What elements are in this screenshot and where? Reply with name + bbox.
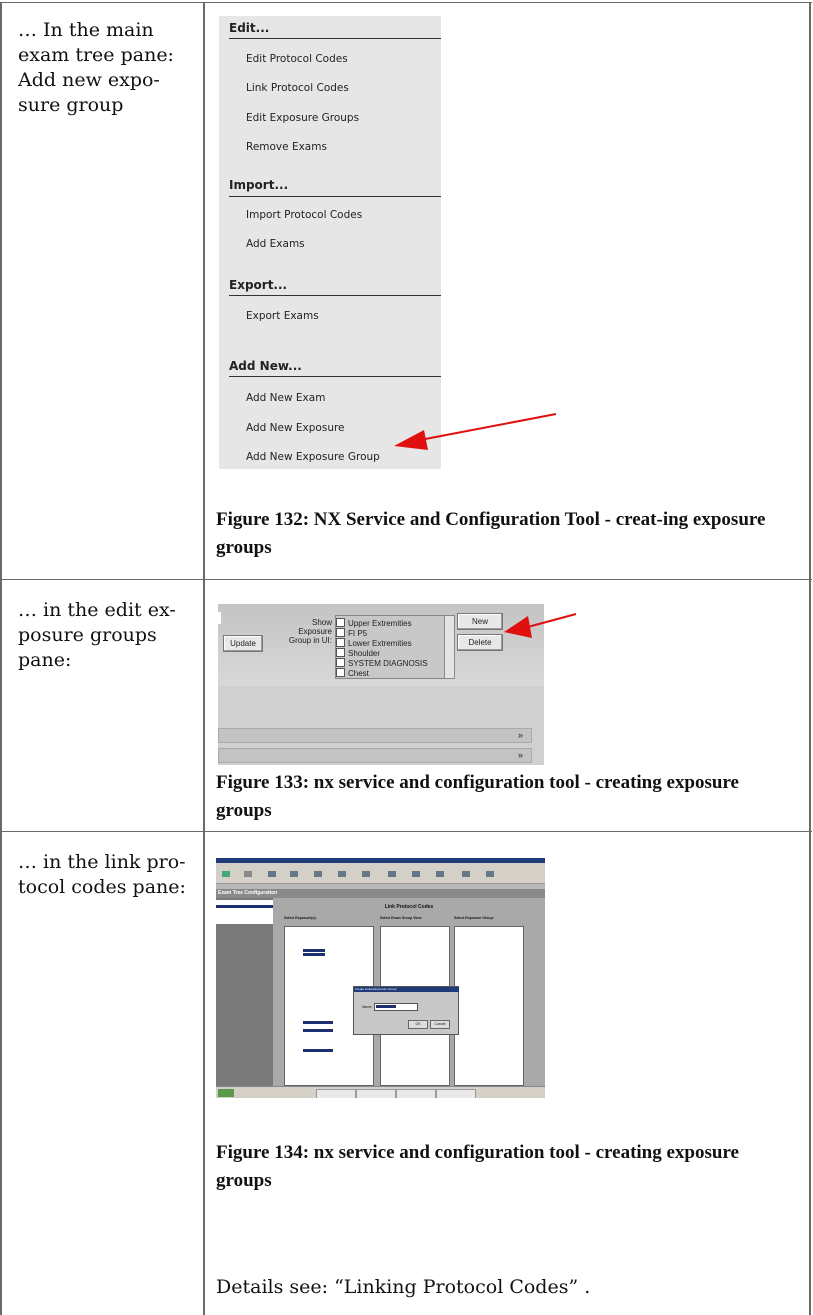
figure-132-caption: Figure 132: NX Service and Configuration… xyxy=(216,509,766,558)
table-top-border xyxy=(0,2,812,3)
red-arrow-icon xyxy=(504,613,577,638)
menu-item-link-protocol-codes[interactable]: Link Protocol Codes xyxy=(246,82,349,94)
collapsed-panel[interactable]: » xyxy=(218,748,532,763)
menu-section-add-new: Add New... xyxy=(229,359,302,373)
exam-tree-panel-title: Exam Tree Configuration xyxy=(216,889,545,898)
figure-133-caption: Figure 133: nx service and configuration… xyxy=(216,772,739,821)
list-item[interactable]: Chest xyxy=(336,668,369,678)
edit-exposure-groups-screenshot: Show Exposure Group in UI: Update Upper … xyxy=(218,604,544,765)
link-protocol-codes-screenshot: Exam Tree Configuration Link Protocol Co… xyxy=(216,858,545,1098)
menu-item-remove-exams[interactable]: Remove Exams xyxy=(246,141,327,153)
menu-separator xyxy=(229,196,441,197)
collapsed-panel[interactable]: » xyxy=(218,728,532,743)
row1-instruction: … In the main exam tree pane: Add new ex… xyxy=(18,19,174,116)
create-linked-exposure-group-dialog: Create Linked Exposure Group Name: OK Ca… xyxy=(353,986,459,1035)
exposure-group-list[interactable] xyxy=(454,926,524,1086)
listbox-scrollbar[interactable] xyxy=(444,616,454,678)
expand-chevron-icon[interactable]: » xyxy=(518,750,523,760)
exposure-group-listbox[interactable]: Upper Extremities FI P5 Lower Extremitie… xyxy=(335,615,455,679)
column-divider xyxy=(203,2,205,1315)
table-left-border xyxy=(0,2,2,1315)
red-arrow-icon xyxy=(394,413,557,450)
update-button[interactable]: Update xyxy=(223,635,263,652)
toolbar xyxy=(216,867,545,884)
table-right-border xyxy=(809,2,811,1315)
new-button[interactable]: New xyxy=(457,613,503,630)
delete-button[interactable]: Delete xyxy=(457,634,503,651)
list-item[interactable]: Lower Extremities xyxy=(336,638,412,648)
cancel-button[interactable]: Cancel xyxy=(430,1020,450,1029)
menu-item-import-protocol-codes[interactable]: Import Protocol Codes xyxy=(246,209,362,221)
menu-separator xyxy=(229,376,441,377)
protocol-list-pane xyxy=(216,898,273,1086)
name-input[interactable] xyxy=(374,1003,418,1011)
menu-item-edit-protocol-codes[interactable]: Edit Protocol Codes xyxy=(246,53,348,65)
row2-instruction: … in the edit ex-posure groups pane: xyxy=(18,599,176,671)
list-item[interactable]: Shoulder xyxy=(336,648,380,658)
list-item[interactable]: FI P5 xyxy=(336,628,367,638)
menu-separator xyxy=(229,295,441,296)
menu-section-export: Export... xyxy=(229,278,288,292)
menu-item-add-new-exam[interactable]: Add New Exam xyxy=(246,392,325,404)
menu-separator xyxy=(229,38,441,39)
menu-item-edit-exposure-groups[interactable]: Edit Exposure Groups xyxy=(246,112,359,124)
menu-section-edit: Edit... xyxy=(229,21,270,35)
row3-instruction: … in the link pro-tocol codes pane: xyxy=(18,851,186,898)
context-menu: Edit... Edit Protocol Codes Link Protoco… xyxy=(219,16,441,469)
ok-button[interactable]: OK xyxy=(408,1020,428,1029)
menu-section-import: Import... xyxy=(229,178,289,192)
figure-134-caption: Figure 134: nx service and configuration… xyxy=(216,1142,739,1191)
details-note: Details see: “Linking Protocol Codes” . xyxy=(216,1276,591,1298)
pane-title: Link Protocol Codes xyxy=(384,904,434,910)
expand-chevron-icon[interactable]: » xyxy=(518,730,523,740)
menu-item-add-exams[interactable]: Add Exams xyxy=(246,238,305,250)
menu-item-export-exams[interactable]: Export Exams xyxy=(246,310,319,322)
row-divider xyxy=(0,579,812,580)
windows-taskbar xyxy=(216,1086,545,1098)
row-divider xyxy=(0,831,812,832)
menu-item-add-new-exposure[interactable]: Add New Exposure xyxy=(246,422,345,434)
show-exposure-label: Show Exposure Group in UI: xyxy=(288,618,332,645)
list-item[interactable]: Upper Extremities xyxy=(336,618,412,628)
list-item[interactable]: SYSTEM DIAGNOSIS xyxy=(336,658,428,668)
link-protocol-codes-pane: Link Protocol Codes Select Exposure(s): … xyxy=(273,898,545,1086)
menu-item-add-new-exposure-group[interactable]: Add New Exposure Group xyxy=(246,451,380,463)
